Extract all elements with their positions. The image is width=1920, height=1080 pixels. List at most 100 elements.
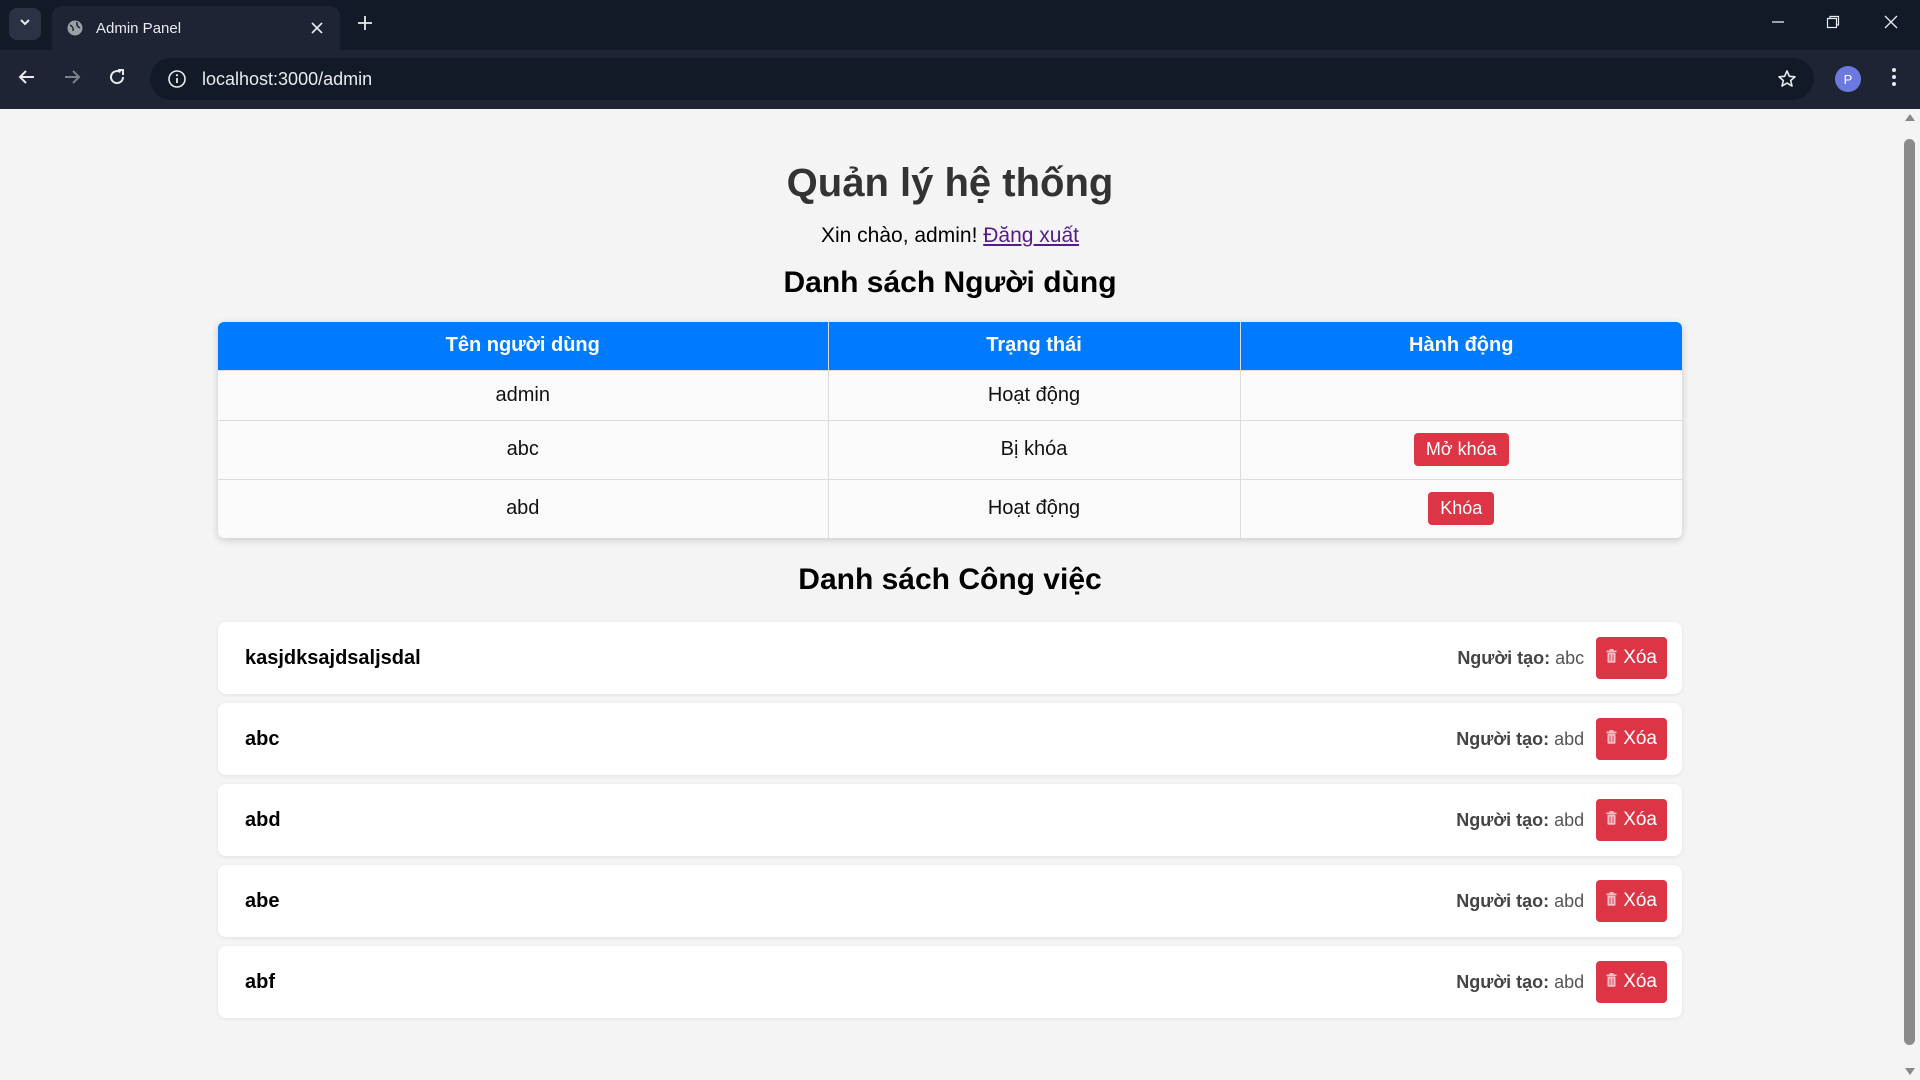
list-item: abd Người tạo: abd Xóa <box>218 784 1682 856</box>
close-window-button[interactable] <box>1868 6 1914 42</box>
table-row: abd Hoạt động Khóa <box>218 478 1682 538</box>
site-info-icon[interactable] <box>164 66 190 92</box>
page-title: Quản lý hệ thống <box>786 161 1114 205</box>
cell-status: Hoạt động <box>828 369 1241 420</box>
task-name: abf <box>245 970 275 993</box>
list-item: abe Người tạo: abd Xóa <box>218 865 1682 937</box>
users-table-header: Tên người dùng Trạng thái Hành động <box>218 322 1682 370</box>
back-button[interactable] <box>10 62 44 96</box>
lock-user-button[interactable]: Khóa <box>1428 492 1495 526</box>
greeting-text: Xin chào, admin! <box>820 224 978 247</box>
delete-task-button[interactable]: Xóa <box>1596 637 1667 679</box>
task-creator: Người tạo: abc <box>1457 648 1584 669</box>
minimize-icon <box>1771 15 1785 34</box>
creator-label: Người tạo: <box>1457 647 1551 668</box>
list-item: kasjdksajdsaljsdal Người tạo: abc Xóa <box>218 622 1682 694</box>
cell-status: Hoạt động <box>828 478 1241 538</box>
trash-icon <box>1606 647 1617 669</box>
delete-label: Xóa <box>1623 809 1657 830</box>
profile-avatar[interactable]: P <box>1835 66 1861 92</box>
admin-container: Quản lý hệ thống Xin chào, admin! Đăng x… <box>218 109 1682 1027</box>
cell-username: abd <box>218 478 829 538</box>
delete-task-button[interactable]: Xóa <box>1596 961 1667 1003</box>
creator-label: Người tạo: <box>1456 728 1550 749</box>
delete-label: Xóa <box>1623 728 1657 749</box>
greeting-line: Xin chào, admin! Đăng xuất <box>218 224 1682 248</box>
header-username: Tên người dùng <box>218 322 829 370</box>
browser-toolbar: localhost:3000/admin P <box>0 50 1920 109</box>
logout-link[interactable]: Đăng xuất <box>983 224 1079 247</box>
restore-icon <box>1826 15 1840 34</box>
address-bar[interactable]: localhost:3000/admin <box>150 58 1814 100</box>
tab-title: Admin Panel <box>96 19 182 37</box>
trash-icon <box>1606 971 1617 993</box>
list-item: abf Người tạo: abd Xóa <box>218 946 1682 1018</box>
delete-label: Xóa <box>1623 971 1657 992</box>
close-icon <box>1884 15 1898 34</box>
tab-strip: Admin Panel <box>0 0 1920 50</box>
creator-value: abd <box>1554 890 1585 911</box>
browser-chrome: Admin Panel localhost:3000/admin P <box>0 0 1920 109</box>
minimize-button[interactable] <box>1755 6 1801 42</box>
arrow-right-icon <box>63 68 81 91</box>
reload-icon <box>108 68 126 91</box>
delete-label: Xóa <box>1623 647 1657 668</box>
task-name: abd <box>245 808 281 831</box>
creator-label: Người tạo: <box>1456 809 1550 830</box>
task-creator: Người tạo: abd <box>1456 810 1584 831</box>
table-row: abc Bị khóa Mở khóa <box>218 419 1682 479</box>
reload-button[interactable] <box>100 62 134 96</box>
delete-task-button[interactable]: Xóa <box>1596 718 1667 760</box>
cell-username: abc <box>218 419 829 479</box>
task-name: abc <box>245 727 280 750</box>
cell-action: Mở khóa <box>1240 419 1682 479</box>
trash-icon <box>1606 728 1617 750</box>
trash-icon <box>1606 890 1617 912</box>
creator-value: abc <box>1555 647 1585 668</box>
cell-status: Bị khóa <box>828 419 1241 479</box>
trash-icon <box>1606 809 1617 831</box>
delete-task-button[interactable]: Xóa <box>1596 799 1667 841</box>
page-viewport: Quản lý hệ thống Xin chào, admin! Đăng x… <box>0 109 1900 1080</box>
tab-search-button[interactable] <box>9 8 41 40</box>
creator-label: Người tạo: <box>1456 971 1550 992</box>
task-list: kasjdksajdsaljsdal Người tạo: abc Xóa ab… <box>218 622 1682 1018</box>
task-creator: Người tạo: abd <box>1456 891 1584 912</box>
task-creator: Người tạo: abd <box>1456 972 1584 993</box>
users-table: Tên người dùng Trạng thái Hành động admi… <box>218 322 1682 538</box>
bookmark-star-icon[interactable] <box>1774 66 1800 92</box>
browser-menu-button[interactable] <box>1880 64 1908 94</box>
scroll-thumb[interactable] <box>1904 139 1915 1045</box>
more-vertical-icon <box>1891 67 1897 92</box>
table-row: admin Hoạt động <box>218 369 1682 420</box>
delete-label: Xóa <box>1623 890 1657 911</box>
forward-button[interactable] <box>55 62 89 96</box>
tab-admin-panel[interactable]: Admin Panel <box>52 6 340 50</box>
list-item: abc Người tạo: abd Xóa <box>218 703 1682 775</box>
arrow-left-icon <box>18 68 36 91</box>
header-action: Hành động <box>1240 322 1682 370</box>
unlock-user-button[interactable]: Mở khóa <box>1413 433 1509 466</box>
url-text: localhost:3000/admin <box>202 68 373 89</box>
page-scrollbar[interactable] <box>1900 109 1920 1080</box>
plus-icon <box>357 15 373 36</box>
chevron-down-icon <box>18 15 32 34</box>
users-section-title: Danh sách Người dùng <box>783 266 1117 299</box>
cell-username: admin <box>218 369 829 420</box>
task-name: abe <box>245 889 280 912</box>
close-tab-icon[interactable] <box>306 17 328 39</box>
scroll-up-arrow-icon[interactable] <box>1905 114 1915 121</box>
globe-icon <box>66 19 84 37</box>
restore-button[interactable] <box>1810 6 1856 42</box>
creator-value: abd <box>1554 971 1585 992</box>
scroll-down-arrow-icon[interactable] <box>1905 1068 1915 1075</box>
delete-task-button[interactable]: Xóa <box>1596 880 1667 922</box>
tasks-section-title: Danh sách Công việc <box>798 563 1102 596</box>
creator-value: abd <box>1554 728 1585 749</box>
new-tab-button[interactable] <box>350 10 380 40</box>
task-name: kasjdksajdsaljsdal <box>245 646 421 669</box>
creator-value: abd <box>1554 809 1585 830</box>
task-creator: Người tạo: abd <box>1456 729 1584 750</box>
cell-action: Khóa <box>1240 478 1682 538</box>
cell-action <box>1240 369 1682 420</box>
